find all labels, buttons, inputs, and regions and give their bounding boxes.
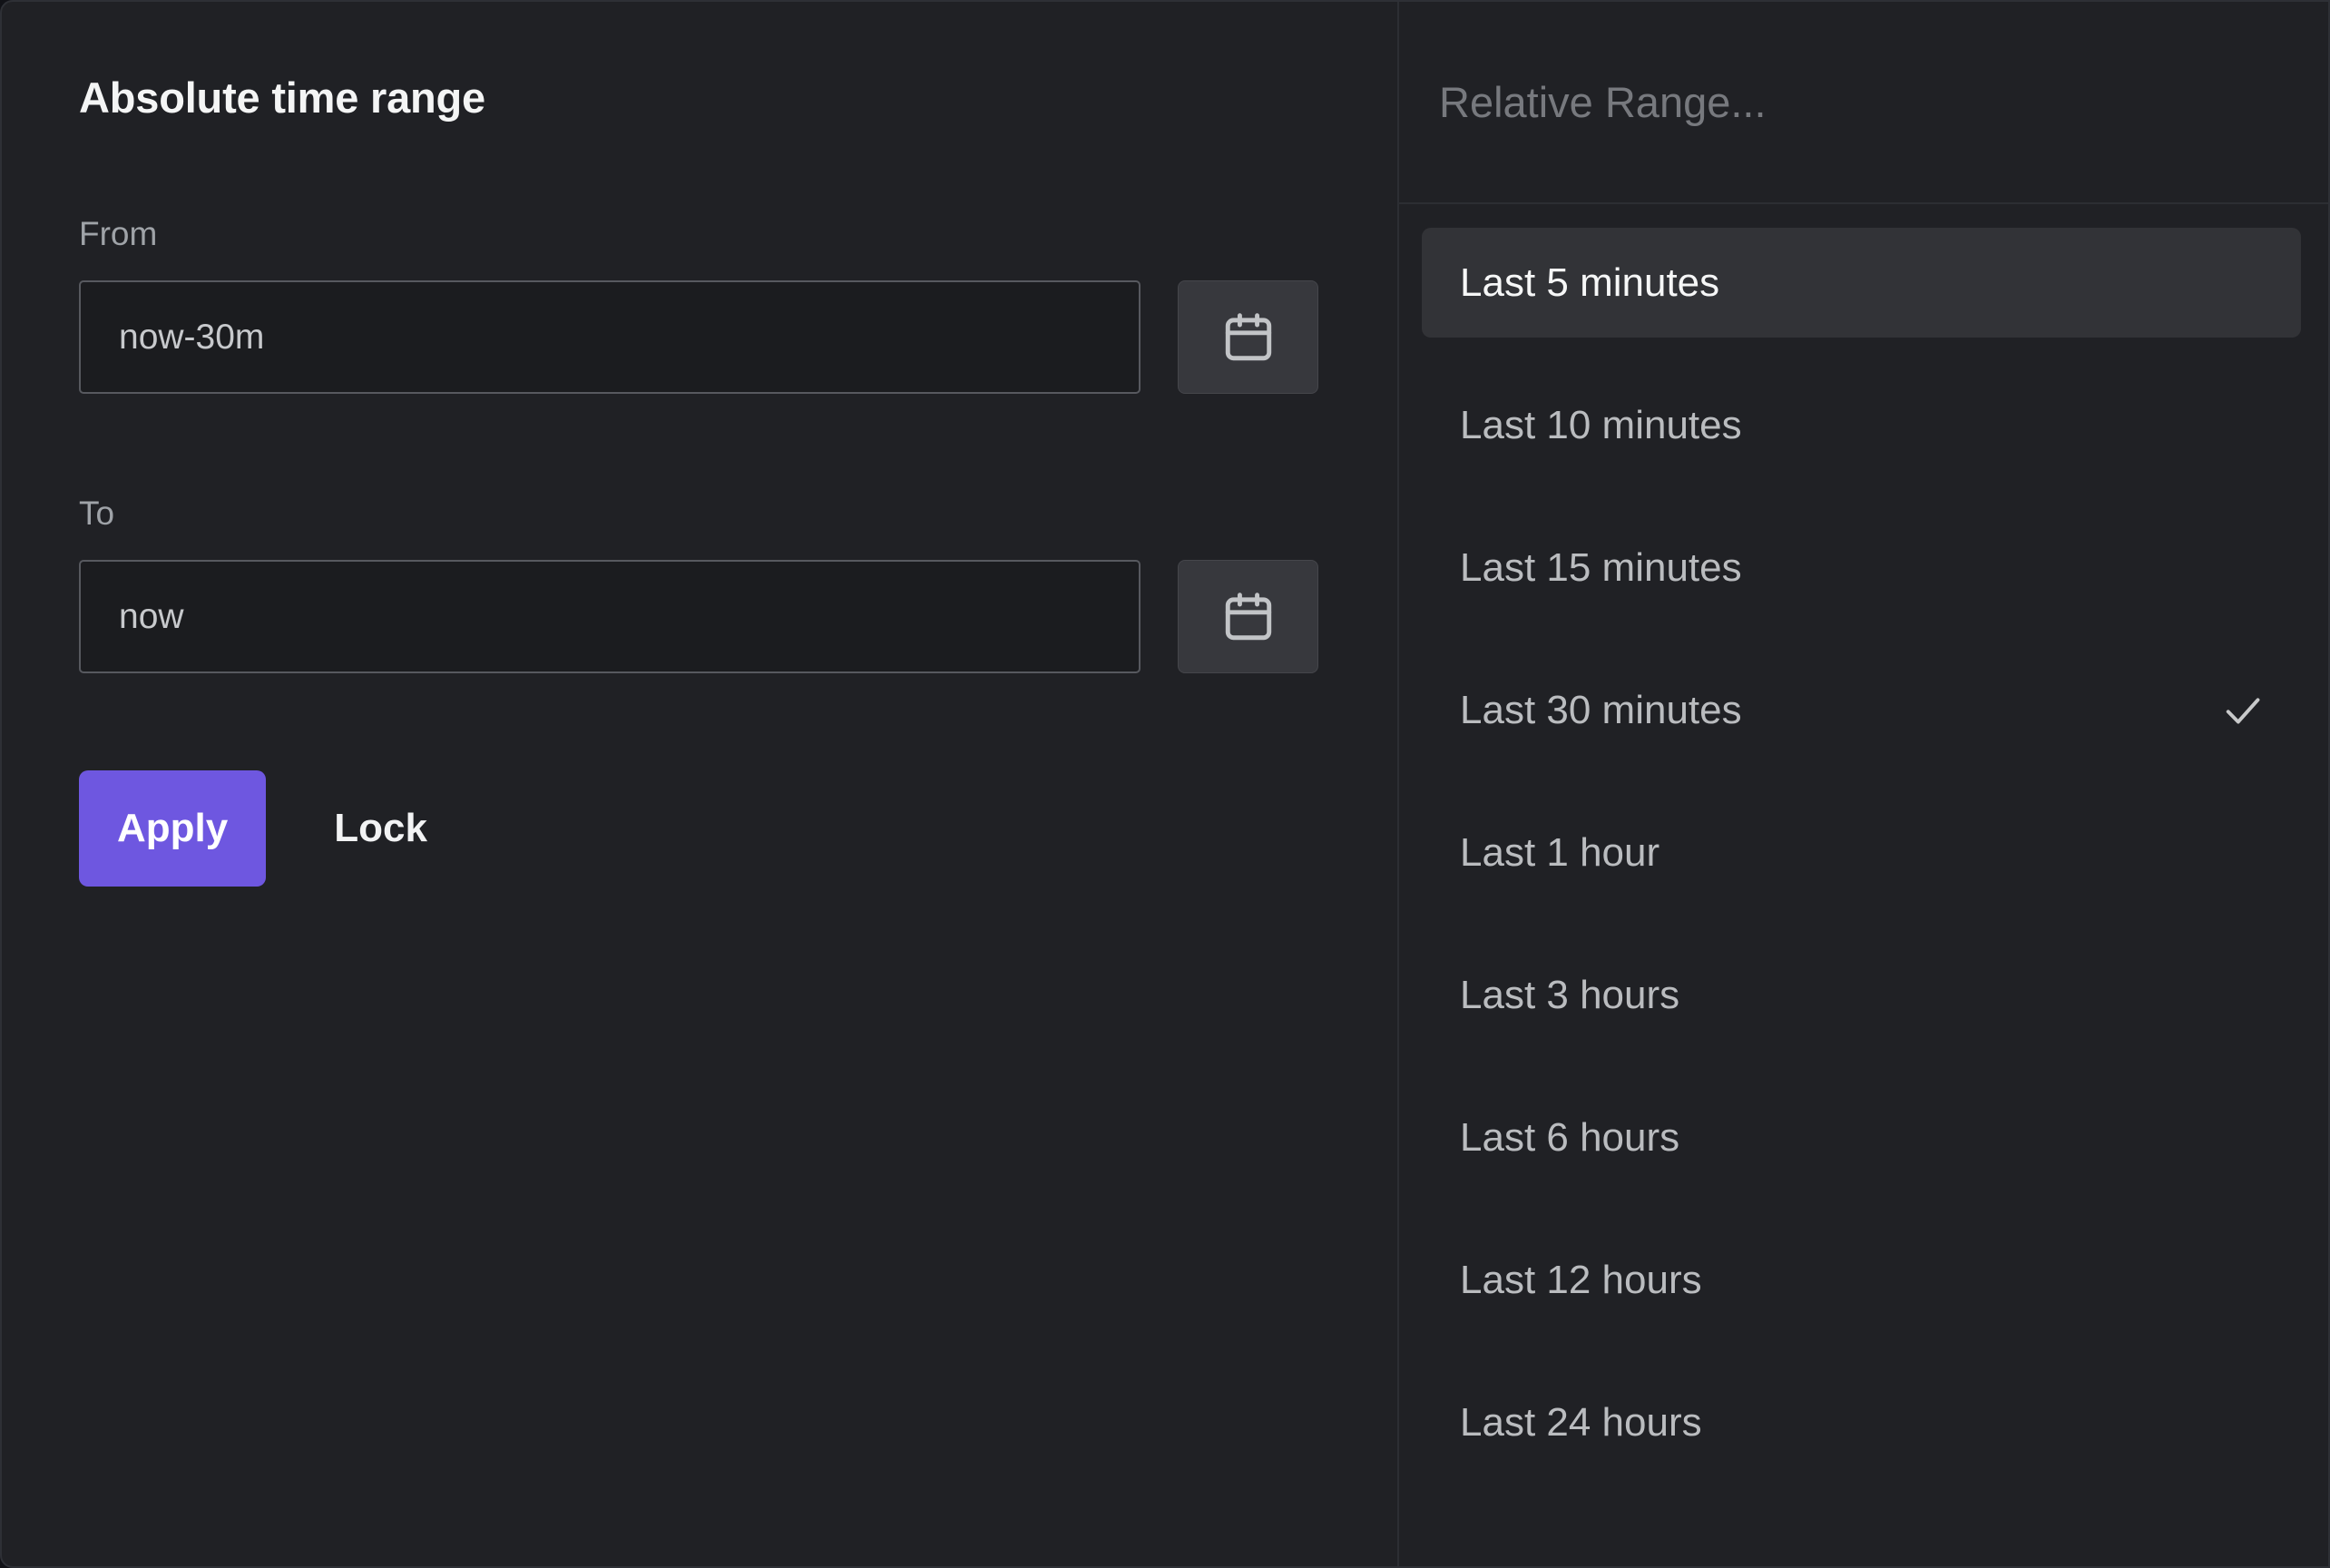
- selected-check: [2219, 687, 2266, 734]
- relative-range-item[interactable]: Last 12 hours: [1422, 1225, 2301, 1335]
- selected-check: [2219, 1257, 2266, 1304]
- relative-range-item-label: Last 15 minutes: [1460, 544, 1742, 590]
- calendar-icon: [1225, 592, 1271, 640]
- relative-range-item[interactable]: Last 1 hour: [1422, 798, 2301, 907]
- relative-range-item[interactable]: Last 15 minutes: [1422, 513, 2301, 622]
- relative-range-item-label: Last 5 minutes: [1460, 260, 1720, 305]
- relative-range-list: Last 5 minutes Last 10 minutes Last 15 min…: [1399, 204, 2328, 1566]
- selected-check: [2219, 402, 2266, 449]
- selected-check: [2219, 1114, 2266, 1161]
- to-label: To: [79, 495, 115, 532]
- relative-range-item-label: Last 12 hours: [1460, 1257, 1702, 1302]
- relative-range-item-label: Last 10 minutes: [1460, 402, 1742, 447]
- relative-range-item-label: Last 1 hour: [1460, 829, 1660, 875]
- relative-range-item[interactable]: Last 10 minutes: [1422, 370, 2301, 480]
- relative-range-item[interactable]: Last 6 hours: [1422, 1083, 2301, 1192]
- relative-range-item[interactable]: Last 3 hours: [1422, 940, 2301, 1050]
- relative-range-item[interactable]: Last 30 minutes: [1422, 655, 2301, 765]
- from-label: From: [79, 215, 158, 252]
- relative-range-item[interactable]: Last 5 minutes: [1422, 228, 2301, 338]
- lock-button[interactable]: Lock: [323, 806, 438, 851]
- relative-search-row: [1399, 2, 2328, 204]
- from-calendar-button[interactable]: [1178, 280, 1318, 394]
- selected-check: [2219, 972, 2266, 1019]
- selected-check: [2219, 260, 2266, 307]
- to-calendar-button[interactable]: [1178, 560, 1318, 673]
- absolute-time-range-pane: Absolute time range From To: [2, 2, 1397, 1566]
- relative-range-item[interactable]: Last 24 hours: [1422, 1367, 2301, 1477]
- time-range-picker: Absolute time range From To: [0, 0, 2330, 1568]
- from-input[interactable]: [79, 280, 1141, 394]
- relative-range-item-label: Last 30 minutes: [1460, 687, 1742, 732]
- selected-check: [2219, 1399, 2266, 1446]
- check-icon: [2226, 697, 2260, 724]
- calendar-icon: [1225, 312, 1271, 360]
- to-row: [79, 560, 1397, 673]
- relative-range-search-input[interactable]: [1439, 77, 2288, 127]
- selected-check: [2219, 544, 2266, 592]
- action-row: Apply Lock: [79, 770, 1397, 887]
- relative-range-item-label: Last 6 hours: [1460, 1114, 1680, 1160]
- from-row: [79, 280, 1397, 394]
- selected-check: [2219, 829, 2266, 877]
- apply-button[interactable]: Apply: [79, 770, 267, 887]
- page-title: Absolute time range: [79, 74, 486, 122]
- to-input[interactable]: [79, 560, 1141, 673]
- relative-range-item-label: Last 3 hours: [1460, 972, 1680, 1017]
- relative-range-pane: Last 5 minutes Last 10 minutes Last 15 min…: [1397, 2, 2328, 1566]
- relative-range-item-label: Last 24 hours: [1460, 1399, 1702, 1445]
